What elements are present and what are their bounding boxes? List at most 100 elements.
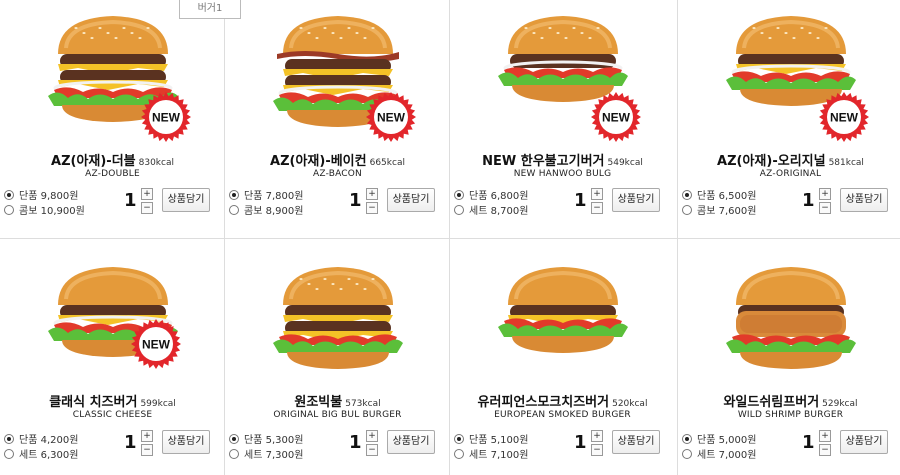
product-image[interactable] bbox=[0, 8, 225, 140]
add-to-cart-button[interactable]: 상품담기 bbox=[840, 430, 888, 454]
radio-button[interactable] bbox=[229, 433, 239, 444]
product-image[interactable] bbox=[0, 259, 225, 384]
new-badge-icon: NEW bbox=[591, 92, 641, 142]
product-image[interactable] bbox=[450, 8, 675, 140]
radio-button[interactable] bbox=[454, 204, 464, 215]
option-radio-row[interactable]: 세트 6,300원 bbox=[4, 446, 78, 461]
tab-burger1[interactable]: 버거1 bbox=[179, 0, 241, 19]
decrement-button[interactable]: − bbox=[819, 202, 831, 214]
product-card: NEW 클래식 치즈버거 599kcal CLASSIC CHEESE 단품 4,2… bbox=[0, 239, 225, 475]
decrement-button[interactable]: − bbox=[819, 444, 831, 456]
option-radio-row[interactable]: 단품 9,800원 bbox=[4, 187, 85, 202]
product-card: NEW NEW 한우불고기버거 549kcal NEW HANWOO BULG 단품… bbox=[450, 0, 675, 237]
option-label: 콤보 bbox=[697, 206, 716, 217]
product-kcal: 573kcal bbox=[345, 399, 381, 409]
radio-button[interactable] bbox=[4, 433, 14, 444]
option-radio-row[interactable]: 콤보 8,900원 bbox=[229, 202, 303, 217]
product-english-name: CLASSIC CHEESE bbox=[72, 410, 153, 420]
product-kcal: 665kcal bbox=[369, 158, 405, 168]
product-title: 클래식 치즈버거 599kcal bbox=[0, 391, 225, 410]
decrement-button[interactable]: − bbox=[366, 444, 378, 456]
radio-button[interactable] bbox=[682, 189, 692, 200]
increment-button[interactable]: + bbox=[591, 430, 603, 442]
option-radio-row[interactable]: 단품 7,800원 bbox=[229, 187, 303, 202]
product-name: 와일드쉬림프버거 bbox=[723, 395, 820, 410]
increment-button[interactable]: + bbox=[141, 188, 153, 200]
radio-button[interactable] bbox=[4, 448, 14, 459]
option-label: 세트 bbox=[19, 450, 38, 461]
option-radio-row[interactable]: 단품 5,000원 bbox=[682, 431, 756, 446]
new-badge-icon: NEW bbox=[131, 319, 181, 369]
radio-button[interactable] bbox=[229, 204, 239, 215]
product-card: NEW AZ(아재)-오리지널 581kcal AZ-ORIGINAL 단품 6,5… bbox=[678, 0, 900, 237]
option-price: 10,900원 bbox=[40, 206, 85, 217]
decrement-button[interactable]: − bbox=[141, 444, 153, 456]
increment-button[interactable]: + bbox=[366, 188, 378, 200]
add-to-cart-button[interactable]: 상품담기 bbox=[162, 430, 210, 454]
decrement-button[interactable]: − bbox=[141, 202, 153, 214]
new-badge-text: NEW bbox=[602, 111, 631, 125]
product-name: 유러피언스모크치즈버거 bbox=[477, 395, 610, 410]
option-radio-row[interactable]: 단품 6,800원 bbox=[454, 187, 528, 202]
decrement-button[interactable]: − bbox=[591, 202, 603, 214]
option-label: 단품 bbox=[244, 191, 263, 202]
radio-button[interactable] bbox=[682, 204, 692, 215]
option-price: 7,600원 bbox=[718, 206, 757, 217]
product-image[interactable] bbox=[678, 259, 900, 384]
increment-button[interactable]: + bbox=[591, 188, 603, 200]
option-radio-row[interactable]: 단품 5,100원 bbox=[454, 431, 528, 446]
increment-button[interactable]: + bbox=[819, 188, 831, 200]
product-image[interactable] bbox=[450, 259, 675, 384]
option-radio-row[interactable]: 단품 4,200원 bbox=[4, 431, 78, 446]
option-radio-row[interactable]: 콤보 7,600원 bbox=[682, 202, 756, 217]
option-radio-row[interactable]: 세트 7,100원 bbox=[454, 446, 528, 461]
option-price: 8,700원 bbox=[490, 206, 529, 217]
radio-button[interactable] bbox=[682, 448, 692, 459]
increment-button[interactable]: + bbox=[366, 430, 378, 442]
radio-button[interactable] bbox=[454, 433, 464, 444]
radio-button[interactable] bbox=[4, 204, 14, 215]
option-radio-row[interactable]: 콤보 10,900원 bbox=[4, 202, 85, 217]
option-radio-row[interactable]: 세트 8,700원 bbox=[454, 202, 528, 217]
option-label: 단품 bbox=[469, 435, 488, 446]
radio-button[interactable] bbox=[4, 189, 14, 200]
add-to-cart-button[interactable]: 상품담기 bbox=[612, 430, 660, 454]
option-price: 5,100원 bbox=[490, 435, 529, 446]
option-label: 단품 bbox=[19, 191, 38, 202]
product-name: AZ(아재)-더블 bbox=[51, 154, 136, 169]
product-title: NEW 한우불고기버거 549kcal bbox=[450, 150, 675, 169]
radio-button[interactable] bbox=[229, 448, 239, 459]
product-card: 와일드쉬림프버거 529kcal WILD SHRIMP BURGER 단품 5,0… bbox=[678, 239, 900, 475]
add-to-cart-button[interactable]: 상품담기 bbox=[387, 430, 435, 454]
radio-button[interactable] bbox=[229, 189, 239, 200]
option-radio-row[interactable]: 세트 7,000원 bbox=[682, 446, 756, 461]
product-card: NEW AZ(아재)-더블 830kcal AZ-DOUBLE 단품 9,800원 … bbox=[0, 0, 225, 237]
add-to-cart-button[interactable]: 상품담기 bbox=[612, 188, 660, 212]
increment-button[interactable]: + bbox=[141, 430, 153, 442]
option-radio-row[interactable]: 단품 6,500원 bbox=[682, 187, 756, 202]
add-to-cart-button[interactable]: 상품담기 bbox=[162, 188, 210, 212]
option-price: 7,800원 bbox=[265, 191, 304, 202]
option-price: 7,000원 bbox=[718, 450, 757, 461]
add-to-cart-button[interactable]: 상품담기 bbox=[387, 188, 435, 212]
option-price: 6,500원 bbox=[718, 191, 757, 202]
product-title: AZ(아재)-오리지널 581kcal bbox=[678, 150, 900, 169]
decrement-button[interactable]: − bbox=[366, 202, 378, 214]
quantity-value: 1 bbox=[349, 190, 362, 211]
product-image[interactable] bbox=[225, 8, 450, 140]
product-image[interactable] bbox=[225, 259, 450, 384]
option-radio-row[interactable]: 세트 7,300원 bbox=[229, 446, 303, 461]
decrement-button[interactable]: − bbox=[591, 444, 603, 456]
product-english-name: AZ-BACON bbox=[313, 169, 362, 179]
radio-button[interactable] bbox=[682, 433, 692, 444]
product-name: NEW 한우불고기버거 bbox=[482, 154, 605, 169]
product-english-name: AZ-DOUBLE bbox=[85, 169, 140, 179]
burger-image bbox=[725, 267, 856, 369]
radio-button[interactable] bbox=[454, 189, 464, 200]
increment-button[interactable]: + bbox=[819, 430, 831, 442]
radio-button[interactable] bbox=[454, 448, 464, 459]
option-radio-row[interactable]: 단품 5,300원 bbox=[229, 431, 303, 446]
product-title: 원조빅불 573kcal bbox=[225, 391, 450, 410]
product-english-name: WILD SHRIMP BURGER bbox=[737, 410, 844, 420]
add-to-cart-button[interactable]: 상품담기 bbox=[840, 188, 888, 212]
